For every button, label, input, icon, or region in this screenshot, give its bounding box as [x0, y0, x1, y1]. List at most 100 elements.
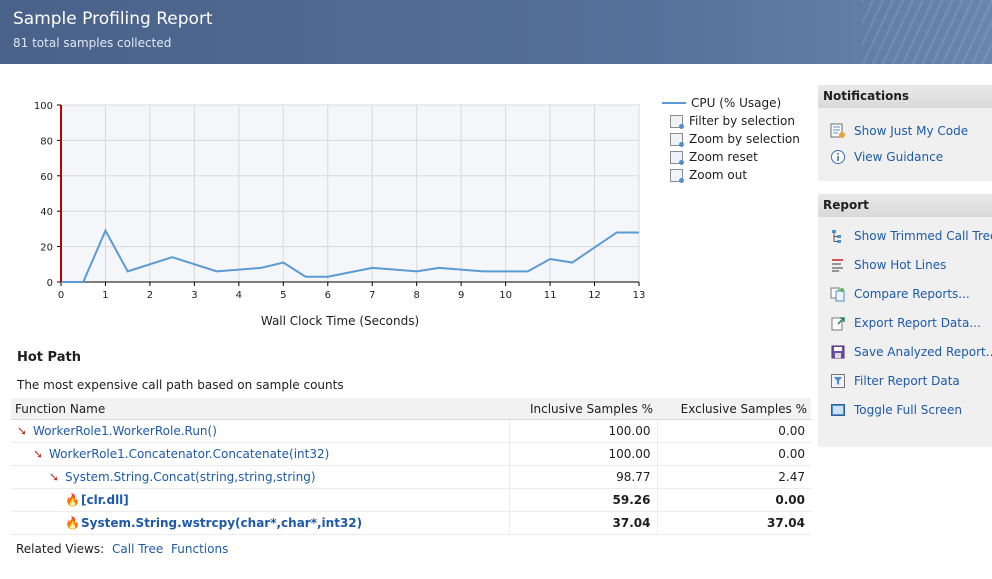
inclusive-samples-cell: 98.77: [509, 465, 658, 489]
y-tick-label: 40: [40, 207, 53, 218]
call-tree-link[interactable]: Call Tree: [112, 542, 163, 556]
filter-icon: [830, 373, 846, 389]
filter-report-data-link[interactable]: Filter Report Data: [818, 366, 992, 395]
save-analyzed-report-link[interactable]: Save Analyzed Report...: [818, 337, 992, 366]
function-name-cell[interactable]: ➘ WorkerRole1.WorkerRole.Run(): [11, 419, 510, 443]
zoom-reset-icon: [670, 150, 684, 165]
x-tick-label: 5: [280, 290, 286, 301]
y-tick-label: 80: [40, 136, 53, 147]
zoom-reset-label: Zoom reset: [689, 150, 758, 164]
save-icon: [830, 344, 846, 360]
x-tick-label: 11: [544, 290, 557, 301]
zoom-by-selection-action[interactable]: Zoom by selection: [662, 130, 800, 148]
x-tick-label: 13: [633, 290, 646, 301]
y-tick-label: 0: [47, 278, 53, 289]
hot-lines-icon: [830, 257, 846, 273]
chart-legend: CPU (% Usage) Filter by selection Zoom b…: [662, 94, 800, 184]
function-name-cell[interactable]: 🔥[clr.dll]: [11, 488, 510, 512]
report-title: Sample Profiling Report: [13, 9, 213, 29]
show-hot-lines-label: Show Hot Lines: [854, 257, 947, 272]
export-report-data-label: Export Report Data...: [854, 315, 981, 330]
x-tick-label: 3: [191, 290, 197, 301]
y-tick-label: 100: [34, 101, 53, 112]
function-name: WorkerRole1.Concatenator.Concatenate(int…: [49, 446, 330, 461]
function-name: System.String.Concat(string,string,strin…: [65, 469, 316, 484]
column-function-name[interactable]: Function Name: [11, 398, 509, 420]
compare-reports-label: Compare Reports...: [854, 286, 970, 301]
x-tick-label: 10: [499, 290, 512, 301]
inclusive-samples-cell: 59.26: [509, 488, 658, 512]
view-guidance-label: View Guidance: [854, 150, 944, 164]
zoom-reset-action[interactable]: Zoom reset: [662, 148, 800, 166]
filter-by-selection-action[interactable]: Filter by selection: [662, 112, 800, 130]
hot-path-arrow-icon: ➘: [33, 447, 44, 462]
report-subtitle: 81 total samples collected: [13, 36, 172, 50]
exclusive-samples-cell: 37.04: [657, 511, 811, 535]
zoom-by-selection-label: Zoom by selection: [689, 132, 800, 146]
column-inclusive-samples[interactable]: Inclusive Samples %: [509, 398, 657, 420]
related-views-label: Related Views:: [16, 542, 105, 556]
x-tick-label: 12: [588, 290, 601, 301]
table-row[interactable]: 🔥System.String.wstrcpy(char*,char*,int32…: [11, 511, 811, 535]
legend-swatch: [662, 102, 686, 104]
x-tick-label: 2: [147, 290, 153, 301]
column-exclusive-samples[interactable]: Exclusive Samples %: [657, 398, 811, 420]
zoom-in-icon: [670, 132, 684, 147]
show-trimmed-call-tree-link[interactable]: Show Trimmed Call Tree: [818, 221, 992, 250]
function-name-cell[interactable]: ➘ WorkerRole1.Concatenator.Concatenate(in…: [11, 442, 510, 466]
call-tree-icon: [830, 228, 846, 244]
x-tick-label: 6: [325, 290, 331, 301]
plot-area: [60, 104, 640, 283]
notifications-header: Notifications: [818, 85, 992, 108]
x-tick-label: 1: [102, 290, 108, 301]
show-just-my-code-link[interactable]: Show Just My Code: [818, 116, 992, 145]
zoom-out-action[interactable]: Zoom out: [662, 166, 800, 184]
notifications-panel: Notifications Show Just My Code View Gui…: [818, 85, 992, 181]
filter-report-data-label: Filter Report Data: [854, 373, 960, 388]
filter-by-selection-label: Filter by selection: [689, 114, 796, 128]
compare-icon: [830, 286, 846, 302]
table-row[interactable]: ➘ System.String.Concat(string,string,stri…: [11, 465, 811, 489]
table-row[interactable]: 🔥[clr.dll] 59.26 0.00: [11, 488, 811, 512]
compare-reports-link[interactable]: Compare Reports...: [818, 279, 992, 308]
toggle-full-screen-link[interactable]: Toggle Full Screen: [818, 395, 992, 424]
show-trimmed-call-tree-label: Show Trimmed Call Tree: [854, 228, 992, 243]
x-tick-label: 7: [369, 290, 375, 301]
functions-link[interactable]: Functions: [171, 542, 228, 556]
my-code-icon: [830, 123, 846, 139]
view-guidance-link[interactable]: View Guidance: [818, 145, 992, 169]
table-header-row: Function Name Inclusive Samples % Exclus…: [11, 398, 811, 420]
hot-path-arrow-icon: ➘: [49, 470, 60, 485]
cpu-usage-chart[interactable]: 0204060801000 1 2 3 4 5 6 7 8 9 10 11 12 13Wall Clock…: [0, 90, 650, 335]
x-tick-label: 9: [458, 290, 464, 301]
exclusive-samples-cell: 0.00: [657, 419, 811, 443]
table-row[interactable]: ➘ WorkerRole1.WorkerRole.Run() 100.00 0.0…: [11, 419, 811, 443]
report-panel: Report Show Trimmed Call Tree Show Hot L…: [818, 194, 992, 447]
x-tick-label: 4: [236, 290, 242, 301]
inclusive-samples-cell: 100.00: [509, 419, 658, 443]
y-tick-label: 60: [40, 172, 53, 183]
info-icon: [830, 149, 846, 165]
x-tick-label: 0: [58, 290, 64, 301]
related-views: Related Views: Call Tree Functions: [16, 542, 228, 556]
save-analyzed-report-label: Save Analyzed Report...: [854, 344, 992, 359]
exclusive-samples-cell: 2.47: [657, 465, 811, 489]
function-name: System.String.wstrcpy(char*,char*,int32): [81, 515, 363, 530]
x-axis-label: Wall Clock Time (Seconds): [261, 314, 419, 328]
x-tick-label: 8: [414, 290, 420, 301]
exclusive-samples-cell: 0.00: [657, 488, 811, 512]
header-decoration: [862, 0, 992, 64]
export-report-data-link[interactable]: Export Report Data...: [818, 308, 992, 337]
table-row[interactable]: ➘ WorkerRole1.Concatenator.Concatenate(in…: [11, 442, 811, 466]
inclusive-samples-cell: 100.00: [509, 442, 658, 466]
function-name: WorkerRole1.WorkerRole.Run(): [33, 423, 217, 438]
function-name-cell[interactable]: ➘ System.String.Concat(string,string,stri…: [11, 465, 510, 489]
zoom-out-icon: [670, 168, 684, 183]
show-hot-lines-link[interactable]: Show Hot Lines: [818, 250, 992, 279]
hot-path-title: Hot Path: [17, 350, 81, 365]
hot-path-arrow-icon: ➘: [17, 424, 28, 439]
toggle-full-screen-label: Toggle Full Screen: [854, 402, 962, 417]
function-name-cell[interactable]: 🔥System.String.wstrcpy(char*,char*,int32…: [11, 511, 510, 535]
hot-path-description: The most expensive call path based on sa…: [17, 378, 344, 392]
report-header: Sample Profiling Report 81 total samples…: [0, 0, 992, 64]
